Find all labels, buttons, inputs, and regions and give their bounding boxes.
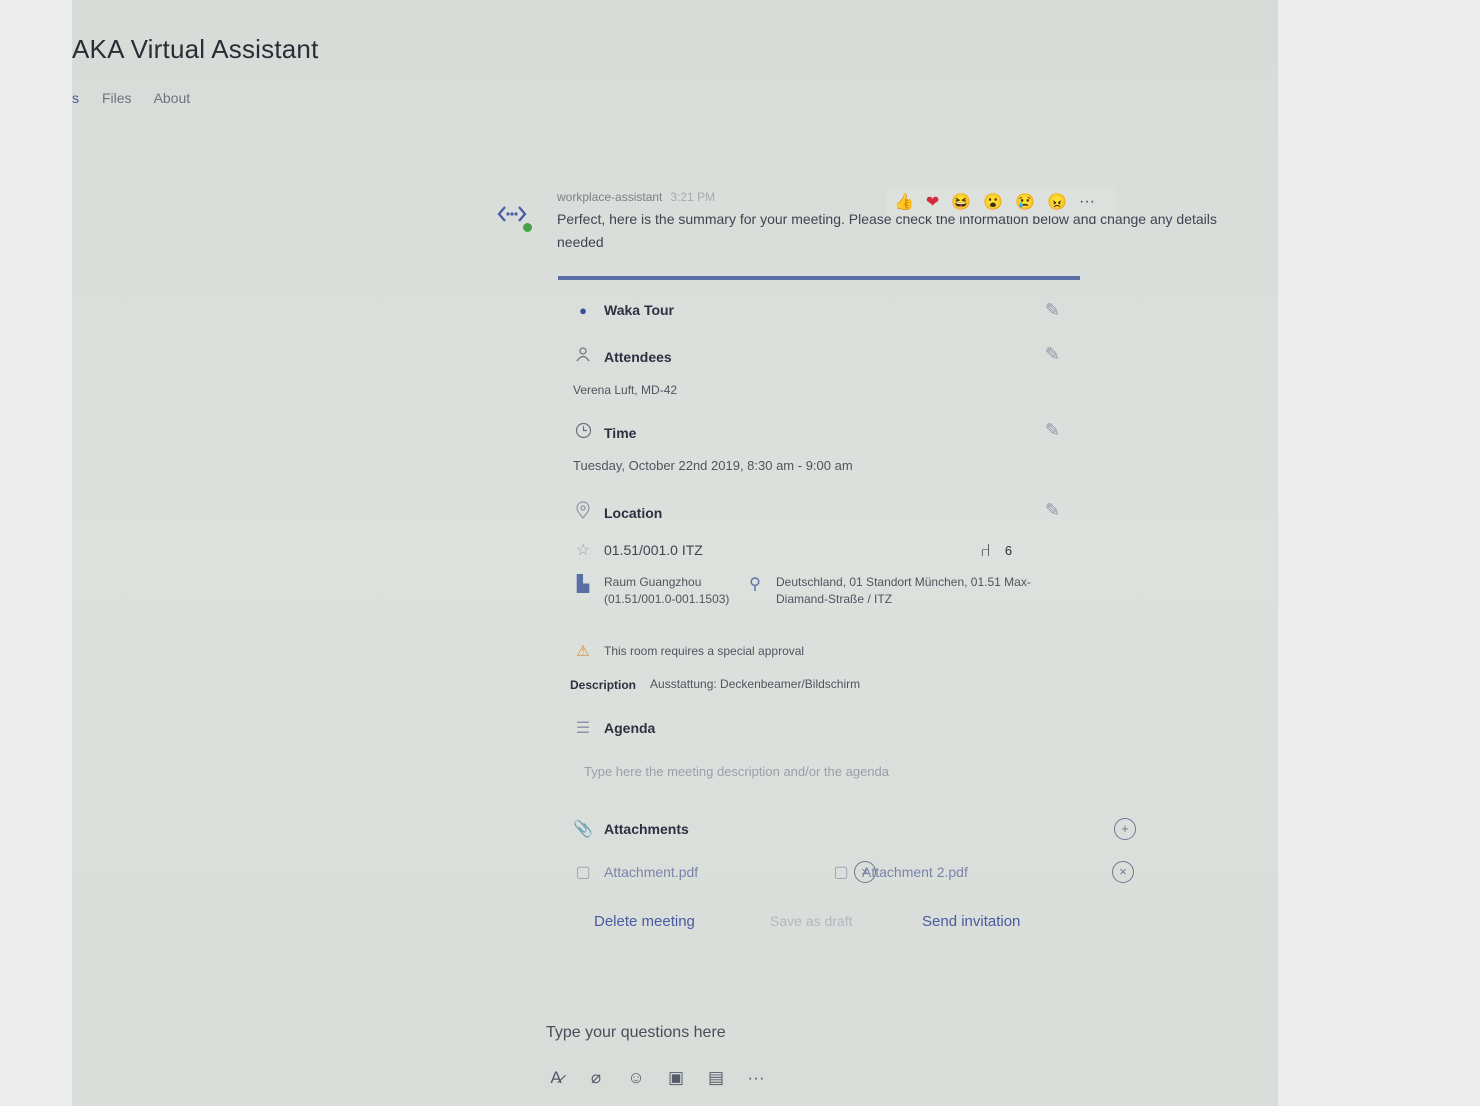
building-icon: ▙: [576, 576, 590, 593]
description-value: Ausstattung: Deckenbeamer/Bildschirm: [650, 677, 861, 691]
attachment-item: ▢ Attachment.pdf: [572, 862, 698, 882]
angry-reaction-icon[interactable]: 😠: [1047, 192, 1067, 212]
more-options-icon[interactable]: ···: [1079, 193, 1095, 211]
description-row: Description Ausstattung: Deckenbeamer/Bi…: [570, 676, 860, 693]
surprised-reaction-icon[interactable]: 😮: [983, 192, 1003, 212]
reaction-bar: 👍 ❤ 😆 😮 😢 😠 ···: [886, 188, 1115, 216]
attendees-row: Attendees: [572, 346, 672, 367]
teams-screen: AKA Virtual Assistant s Files About work…: [72, 0, 1278, 1106]
message-meta: workplace-assistant 3:21 PM: [557, 190, 715, 204]
bot-avatar-icon: [496, 202, 532, 232]
card-accent-bar: [558, 276, 1080, 280]
attachment-name[interactable]: Attachment.pdf: [604, 864, 698, 880]
format-icon[interactable]: A̷: [546, 1068, 566, 1088]
attachments-label: Attachments: [604, 821, 689, 837]
meeting-title: Waka Tour: [604, 302, 675, 318]
time-label: Time: [604, 425, 637, 441]
address: Deutschland, 01 Standort München, 01.51 …: [776, 575, 1031, 606]
agenda-input[interactable]: Type here the meeting description and/or…: [584, 764, 889, 779]
sad-reaction-icon[interactable]: 😢: [1015, 192, 1035, 212]
gif-icon[interactable]: ▣: [666, 1068, 686, 1088]
like-reaction-icon[interactable]: 👍: [894, 192, 914, 212]
edit-title-icon[interactable]: ✎: [1045, 300, 1060, 321]
tab-about[interactable]: About: [154, 90, 191, 112]
online-status-dot: [523, 223, 532, 232]
delete-meeting-button[interactable]: Delete meeting: [594, 913, 695, 930]
title-dot-icon: ●: [579, 302, 587, 318]
meeting-summary-card: ● Waka Tour ✎ Attendees ✎ Verena Luft, M…: [558, 276, 1136, 930]
location-pin-icon: [572, 501, 594, 524]
room-name-row: ▙ Raum Guangzhou (01.51/001.0-001.1503): [572, 574, 730, 608]
compose-input[interactable]: Type your questions here: [546, 1024, 726, 1042]
seat-count: 6: [1004, 543, 1013, 558]
time-value: Tuesday, October 22nd 2019, 8:30 am - 9:…: [573, 458, 853, 473]
more-options-icon[interactable]: ···: [746, 1068, 766, 1088]
heart-reaction-icon[interactable]: ❤: [926, 192, 939, 212]
send-invitation-button[interactable]: Send invitation: [922, 913, 1020, 930]
person-icon: [572, 346, 594, 367]
warning-text: This room requires a special approval: [604, 643, 805, 658]
message-sender: workplace-assistant: [557, 190, 663, 204]
laugh-reaction-icon[interactable]: 😆: [951, 192, 971, 212]
attachment-name[interactable]: Attachment 2.pdf: [862, 864, 968, 880]
sticker-icon[interactable]: ▤: [706, 1068, 726, 1088]
attendees-value: Verena Luft, MD-42: [573, 383, 678, 397]
location-label: Location: [604, 504, 663, 521]
agenda-label: Agenda: [604, 720, 656, 736]
app-title: AKA Virtual Assistant: [72, 34, 319, 64]
map-pin-icon: ⚲: [749, 576, 761, 593]
clock-icon: [572, 422, 594, 444]
edit-location-icon[interactable]: ✎: [1045, 500, 1060, 521]
room-name: Raum Guangzhou (01.51/001.0-001.1503): [604, 575, 730, 606]
remove-attachment-button[interactable]: ×: [1112, 861, 1134, 883]
location-row: Location: [572, 501, 662, 524]
warning-row: ⚠ This room requires a special approval: [572, 642, 804, 660]
edit-time-icon[interactable]: ✎: [1045, 420, 1060, 441]
tab-files[interactable]: Files: [102, 90, 132, 112]
room-code: 01.51/001.0 ITZ: [604, 542, 703, 558]
description-label: Description: [570, 677, 637, 692]
message-time: 3:21 PM: [670, 190, 716, 204]
time-row: Time: [572, 422, 636, 444]
meeting-title-row: ● Waka Tour: [572, 302, 674, 318]
emoji-icon[interactable]: ☺: [626, 1068, 646, 1088]
room-code-row: ☆ 01.51/001.0 ITZ: [572, 540, 703, 560]
compose-toolbar: A̷ ⌀ ☺ ▣ ▤ ···: [546, 1068, 786, 1088]
attach-icon[interactable]: ⌀: [586, 1068, 606, 1088]
save-draft-button[interactable]: Save as draft: [770, 913, 853, 929]
edit-attendees-icon[interactable]: ✎: [1045, 344, 1060, 365]
agenda-row: ☰ Agenda: [572, 718, 656, 738]
favorite-star-icon[interactable]: ☆: [572, 540, 594, 560]
chair-icon: ⑁: [980, 540, 991, 560]
paperclip-icon: 📎: [573, 821, 593, 838]
seats-row: ⑁ 6: [980, 540, 1012, 561]
attachments-row: 📎 Attachments: [572, 819, 689, 839]
file-icon: ▢: [833, 864, 849, 881]
tab-bar: s Files About: [72, 90, 212, 112]
attendees-label: Attendees: [604, 348, 672, 365]
text-lines-icon: ☰: [575, 720, 591, 737]
file-icon: ▢: [575, 864, 591, 881]
tab-chat[interactable]: s: [72, 90, 80, 112]
add-attachment-button[interactable]: +: [1114, 818, 1136, 840]
attachment-item: ▢ Attachment 2.pdf: [830, 862, 968, 882]
address-row: ⚲ Deutschland, 01 Standort München, 01.5…: [744, 574, 1046, 608]
warning-icon: ⚠: [576, 643, 590, 660]
